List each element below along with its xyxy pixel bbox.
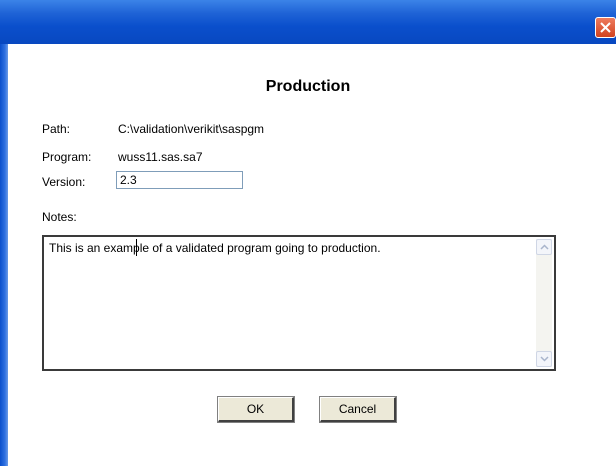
cancel-button[interactable]: Cancel <box>319 396 397 423</box>
window-frame-left <box>0 44 8 466</box>
chevron-down-icon <box>540 356 549 362</box>
path-value: C:\validation\verikit\saspgm <box>118 122 265 136</box>
close-button[interactable] <box>595 17 616 38</box>
notes-text: This is an example of a validated progra… <box>49 241 381 255</box>
text-cursor <box>136 239 137 256</box>
program-label: Program: <box>42 150 92 164</box>
scroll-up-button[interactable] <box>536 239 552 255</box>
dialog-title: Production <box>265 78 351 95</box>
notes-scrollbar[interactable] <box>536 239 552 367</box>
version-label: Version: <box>42 175 86 189</box>
chevron-up-icon <box>540 244 549 250</box>
path-label: Path: <box>42 122 71 136</box>
ok-button[interactable]: OK <box>217 396 295 423</box>
version-input[interactable] <box>116 171 243 189</box>
notes-textarea[interactable]: This is an example of a validated progra… <box>42 235 556 371</box>
program-value: wuss11.sas.sa7 <box>118 150 203 164</box>
window-titlebar[interactable] <box>0 0 616 44</box>
scroll-down-button[interactable] <box>536 351 552 367</box>
notes-label: Notes: <box>42 210 77 224</box>
close-x-icon <box>600 22 611 33</box>
